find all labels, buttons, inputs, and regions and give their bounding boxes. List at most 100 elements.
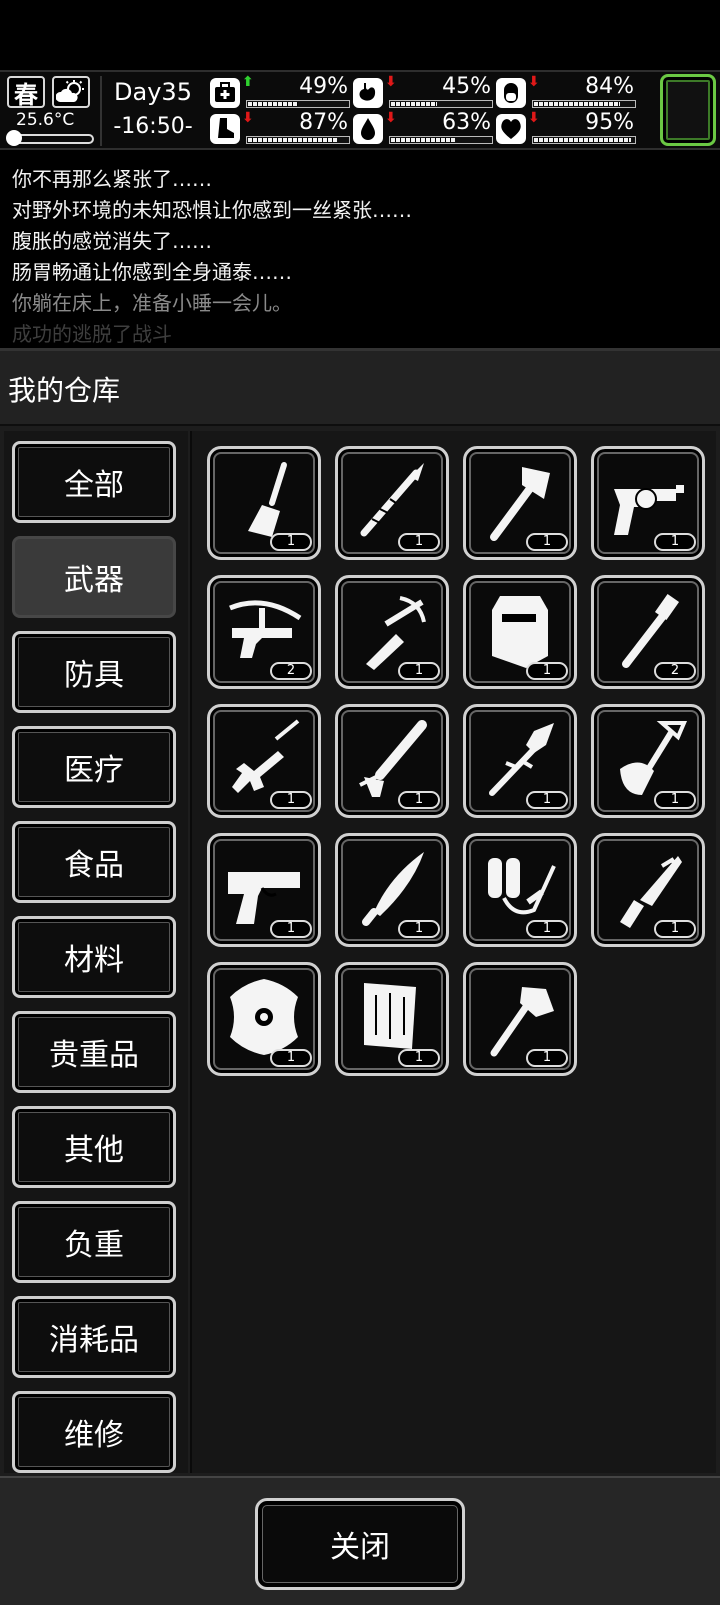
trend-down-icon: ⬇: [242, 110, 254, 126]
item-grid[interactable]: 1 1 1 1 2 1 1 2 1 1 1 1 1 1 1 1 1 1 1: [190, 431, 716, 1473]
trowel-icon: [248, 462, 287, 537]
category-tab[interactable]: 食品: [12, 821, 176, 903]
inventory-item[interactable]: 1: [335, 833, 449, 947]
spear-icon: [360, 463, 424, 537]
log-line: 肠胃畅通让你感到全身通泰……: [12, 260, 292, 284]
stat-percent: 84%: [585, 74, 634, 99]
item-quantity-badge: 1: [526, 1049, 568, 1067]
item-quantity-badge: 1: [398, 920, 440, 938]
inventory-item[interactable]: 1: [463, 833, 577, 947]
item-quantity-badge: 1: [526, 791, 568, 809]
game-time: -16:50-: [113, 114, 193, 139]
category-tab[interactable]: 其他: [12, 1106, 176, 1188]
log-line: 成功的逃脱了战斗: [12, 322, 172, 343]
stat-bar: [389, 136, 493, 144]
stat-bar-fill: [391, 138, 456, 142]
log-line: 腹胀的感觉消失了……: [12, 229, 212, 253]
pistol-icon: [228, 872, 300, 924]
item-quantity-badge: 1: [270, 533, 312, 551]
stat-bar-fill: [534, 102, 620, 106]
combat-knife-icon: [620, 856, 682, 928]
revolver-icon: [614, 485, 684, 535]
stat-bar: [389, 100, 493, 108]
inventory-item[interactable]: 1: [463, 704, 577, 818]
category-tab[interactable]: 贵重品: [12, 1011, 176, 1093]
panel-footer: 关闭: [0, 1476, 720, 1605]
stat-hunger: ⬇ 45%: [353, 74, 495, 110]
item-quantity-badge: 1: [270, 791, 312, 809]
inventory-item[interactable]: 1: [207, 446, 321, 560]
submachine-gun-icon: [232, 719, 300, 793]
category-tab[interactable]: 材料: [12, 916, 176, 998]
inventory-item[interactable]: 1: [335, 575, 449, 689]
fire-axe-icon: [490, 987, 554, 1057]
inventory-item[interactable]: 1: [207, 833, 321, 947]
log-line: 你不再那么紧张了……: [12, 167, 212, 191]
stat-thirst: ⬇ 63%: [353, 110, 495, 146]
caulking-gun-icon: [359, 720, 427, 797]
stat-bar-fill: [248, 102, 298, 106]
inventory-item[interactable]: 2: [207, 575, 321, 689]
thermometer-tube: [10, 134, 94, 144]
stat-bar: [532, 100, 636, 108]
day-counter: Day35: [114, 78, 192, 106]
inventory-item[interactable]: 1: [207, 962, 321, 1076]
category-tab[interactable]: 医疗: [12, 726, 176, 808]
equipped-slot[interactable]: [660, 74, 716, 146]
inventory-item[interactable]: 1: [463, 962, 577, 1076]
machete-icon: [362, 852, 424, 926]
item-quantity-badge: 1: [526, 533, 568, 551]
item-quantity-badge: 1: [398, 662, 440, 680]
item-quantity-badge: 2: [654, 662, 696, 680]
stat-mood: ⬇ 95%: [496, 110, 638, 146]
category-tab[interactable]: 武器: [12, 536, 176, 618]
category-tab[interactable]: 负重: [12, 1201, 176, 1283]
category-tab[interactable]: 消耗品: [12, 1296, 176, 1378]
inventory-item[interactable]: 2: [591, 575, 705, 689]
stat-bar: [532, 136, 636, 144]
thermometer-icon: [6, 130, 22, 146]
panel-title: 我的仓库: [8, 374, 121, 407]
round-shield-icon: [230, 979, 298, 1055]
spear-tip-icon: [489, 723, 554, 796]
inventory-item[interactable]: 1: [463, 446, 577, 560]
inventory-item[interactable]: 1: [335, 704, 449, 818]
inventory-item[interactable]: 1: [463, 575, 577, 689]
item-quantity-badge: 2: [270, 662, 312, 680]
season-badge: 春: [7, 76, 45, 109]
stat-bar-fill: [248, 138, 337, 142]
wooden-board-icon: [364, 983, 416, 1049]
inventory-item[interactable]: 1: [207, 704, 321, 818]
item-quantity-badge: 1: [654, 791, 696, 809]
inventory-item[interactable]: 1: [335, 962, 449, 1076]
item-quantity-badge: 1: [398, 1049, 440, 1067]
trend-down-icon: ⬇: [528, 74, 540, 90]
stat-bar-fill: [391, 102, 437, 106]
message-log[interactable]: 你不再那么紧张了…… 对野外环境的未知恐惧让你感到一丝紧张…… 腹胀的感觉消失了………: [0, 155, 720, 343]
trend-down-icon: ⬇: [385, 74, 397, 90]
inventory-item[interactable]: 1: [591, 704, 705, 818]
stat-stamina: ⬇ 87%: [210, 110, 352, 146]
stomach-icon: [353, 78, 383, 108]
item-quantity-badge: 1: [398, 533, 440, 551]
inventory-item[interactable]: 1: [591, 833, 705, 947]
hand-crossbow-icon: [366, 596, 426, 670]
stat-percent: 87%: [299, 110, 348, 135]
category-sidebar[interactable]: 全部武器防具医疗食品材料贵重品其他负重消耗品维修: [4, 431, 188, 1473]
water-drop-icon: [353, 114, 383, 144]
stat-bar: [246, 100, 350, 108]
inventory-item[interactable]: 1: [335, 446, 449, 560]
category-tab[interactable]: 维修: [12, 1391, 176, 1473]
heart-icon: [496, 114, 526, 144]
trend-up-icon: ⬆: [242, 74, 254, 90]
stat-pills: ⬇ 84%: [496, 74, 638, 110]
crossbow-icon: [229, 600, 302, 658]
boot-icon: [210, 114, 240, 144]
item-quantity-badge: 1: [526, 662, 568, 680]
item-quantity-badge: 1: [654, 920, 696, 938]
pill-icon: [496, 78, 526, 108]
close-button[interactable]: 关闭: [255, 1498, 465, 1590]
inventory-item[interactable]: 1: [591, 446, 705, 560]
category-tab[interactable]: 全部: [12, 441, 176, 523]
category-tab[interactable]: 防具: [12, 631, 176, 713]
